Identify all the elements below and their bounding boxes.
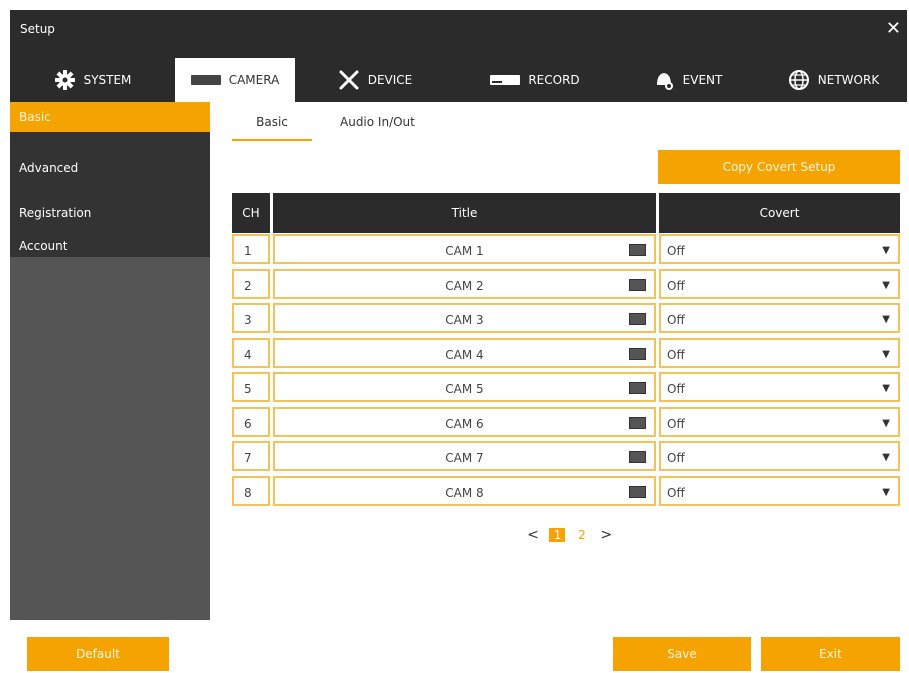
sidebar-item-advanced[interactable]: Advanced (10, 153, 210, 183)
tab-label: DEVICE (367, 73, 413, 87)
covert-value: Off (667, 382, 685, 396)
title-field[interactable]: CAM 5 (273, 372, 656, 402)
chevron-down-icon: ▼ (882, 279, 890, 291)
sidebar-item-account[interactable]: Account (10, 231, 210, 261)
covert-value: Off (667, 347, 685, 362)
covert-select[interactable]: Off ▼ (659, 337, 900, 368)
title-text: CAM 1 (445, 244, 484, 258)
header-ch: CH (232, 193, 270, 233)
title-field[interactable]: CAM 6 (273, 406, 656, 437)
tools-icon (338, 69, 360, 91)
subtab-basic[interactable]: Basic (232, 105, 312, 141)
ch-cell: 8 (232, 475, 270, 506)
covert-value: Off (667, 416, 685, 431)
title-field[interactable]: CAM 4 (273, 337, 656, 368)
tab-system[interactable]: SYSTEM (10, 58, 175, 102)
title-field[interactable]: CAM 8 (273, 475, 656, 506)
globe-icon (788, 69, 810, 91)
prev-page-button[interactable]: < (525, 527, 541, 543)
setup-window: Setup ✕ SYSTEM CAMERA DEVICE RECORD EVEN… (10, 10, 907, 673)
covert-select[interactable]: Off ▼ (659, 406, 900, 437)
title-field[interactable]: CAM 3 (273, 303, 656, 333)
ch-cell: 5 (232, 372, 270, 402)
covert-select[interactable]: Off ▼ (659, 475, 900, 506)
camera-icon (190, 75, 221, 85)
title-field[interactable]: CAM 1 (273, 234, 656, 264)
ch-cell: 3 (232, 303, 270, 333)
covert-select[interactable]: Off ▼ (659, 372, 900, 402)
title-field[interactable]: CAM 2 (273, 268, 656, 299)
title-text: CAM 7 (445, 451, 484, 465)
covert-select[interactable]: Off ▼ (659, 441, 900, 471)
page-2-button[interactable]: 2 (574, 528, 590, 542)
keyboard-icon[interactable] (629, 244, 646, 256)
title-text: CAM 5 (445, 382, 484, 396)
keyboard-icon[interactable] (629, 451, 646, 463)
title-text: CAM 8 (445, 485, 484, 500)
tab-label: CAMERA (228, 73, 280, 87)
tab-label: NETWORK (817, 73, 880, 87)
title-text: CAM 4 (445, 347, 484, 362)
chevron-down-icon: ▼ (882, 314, 890, 325)
ch-cell: 2 (232, 268, 270, 299)
close-icon[interactable]: ✕ (886, 18, 901, 39)
covert-value: Off (667, 485, 685, 500)
covert-value: Off (667, 313, 685, 327)
header-covert: Covert (659, 193, 900, 233)
title-text: CAM 3 (445, 313, 484, 327)
ch-cell: 1 (232, 234, 270, 264)
bell-icon (653, 69, 675, 91)
ch-cell: 7 (232, 441, 270, 471)
chevron-down-icon: ▼ (882, 417, 890, 429)
save-button[interactable]: Save (613, 637, 751, 671)
window-title: Setup (20, 22, 55, 36)
sidebar-item-registration[interactable]: Registration (10, 198, 210, 228)
title-text: CAM 2 (445, 278, 484, 293)
covert-select[interactable]: Off ▼ (659, 234, 900, 264)
covert-value: Off (667, 451, 685, 465)
keyboard-icon[interactable] (629, 416, 646, 429)
tab-label: SYSTEM (83, 73, 132, 87)
copy-covert-setup-button[interactable]: Copy Covert Setup (658, 150, 900, 184)
chevron-down-icon: ▼ (882, 486, 890, 498)
covert-select[interactable]: Off ▼ (659, 303, 900, 333)
tab-label: EVENT (682, 73, 723, 87)
exit-button[interactable]: Exit (761, 637, 900, 671)
chevron-down-icon: ▼ (882, 383, 890, 394)
header-title: Title (273, 193, 656, 233)
tab-network[interactable]: NETWORK (760, 58, 907, 102)
tab-label: RECORD (528, 73, 580, 87)
covert-select[interactable]: Off ▼ (659, 268, 900, 299)
ch-cell: 4 (232, 337, 270, 368)
chevron-down-icon: ▼ (882, 348, 890, 360)
chevron-down-icon: ▼ (882, 245, 890, 256)
tab-device[interactable]: DEVICE (295, 58, 455, 102)
tab-record[interactable]: RECORD (455, 58, 615, 102)
covert-value: Off (667, 244, 685, 258)
gear-icon (54, 69, 76, 91)
subtab-audio[interactable]: Audio In/Out (340, 105, 440, 139)
keyboard-icon[interactable] (629, 278, 646, 291)
keyboard-icon[interactable] (629, 382, 646, 394)
keyboard-icon[interactable] (629, 313, 646, 325)
sidebar: Basic Advanced Registration Account (10, 102, 210, 620)
sidebar-item-basic[interactable]: Basic (10, 102, 210, 132)
page-1-button[interactable]: 1 (549, 528, 566, 542)
tab-event[interactable]: EVENT (615, 58, 760, 102)
tab-camera[interactable]: CAMERA (175, 58, 295, 102)
pagination: < 1 2 > (525, 527, 618, 543)
title-bar: Setup ✕ (10, 10, 907, 50)
keyboard-icon[interactable] (629, 347, 646, 360)
covert-value: Off (667, 278, 685, 293)
record-icon (490, 75, 521, 85)
keyboard-icon[interactable] (629, 485, 646, 498)
ch-cell: 6 (232, 406, 270, 437)
next-page-button[interactable]: > (598, 527, 614, 543)
main-tabs: SYSTEM CAMERA DEVICE RECORD EVENT NETWOR… (10, 50, 907, 102)
title-text: CAM 6 (445, 416, 484, 431)
title-field[interactable]: CAM 7 (273, 441, 656, 471)
default-button[interactable]: Default (27, 637, 169, 671)
chevron-down-icon: ▼ (882, 452, 890, 463)
